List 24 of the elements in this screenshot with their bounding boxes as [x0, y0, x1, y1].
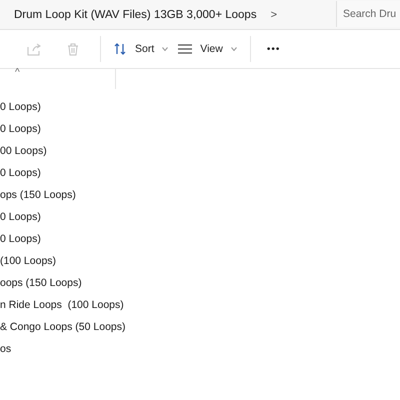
file-name[interactable]: ops (150 Loops) — [0, 189, 76, 201]
file-name[interactable]: (100 Loops) — [0, 255, 56, 267]
view-button[interactable]: View — [173, 36, 242, 62]
file-name[interactable]: os — [0, 343, 12, 355]
sort-indicator[interactable]: ^ — [15, 67, 20, 78]
delete-icon — [67, 42, 79, 56]
chevron-icon[interactable]: > — [270, 8, 278, 20]
sort-button[interactable]: Sort — [109, 36, 174, 62]
sort-icon — [114, 43, 127, 55]
file-name[interactable]: 0 Loops) — [0, 123, 41, 135]
caret-icon — [162, 47, 168, 51]
file-name[interactable]: oops (150 Loops) — [0, 277, 82, 289]
share-icon — [27, 42, 41, 56]
view-icon — [178, 44, 192, 54]
more-button[interactable]: ••• — [258, 36, 288, 62]
file-name[interactable]: 0 Loops) — [0, 101, 41, 113]
file-name[interactable]: 0 Loops) — [0, 167, 41, 179]
file-name[interactable]: n Ride Loops (100 Loops) — [0, 299, 124, 311]
file-name[interactable]: 00 Loops) — [0, 145, 47, 157]
caret-icon — [230, 47, 237, 51]
file-name[interactable]: & Congo Loops (50 Loops) — [0, 321, 126, 333]
file-name[interactable]: 0 Loops) — [0, 233, 41, 245]
file-name[interactable]: 0 Loops) — [0, 211, 41, 223]
folder-path[interactable]: Drum Loop Kit (WAV Files) 13GB 3,000+ Loops — [14, 8, 257, 20]
